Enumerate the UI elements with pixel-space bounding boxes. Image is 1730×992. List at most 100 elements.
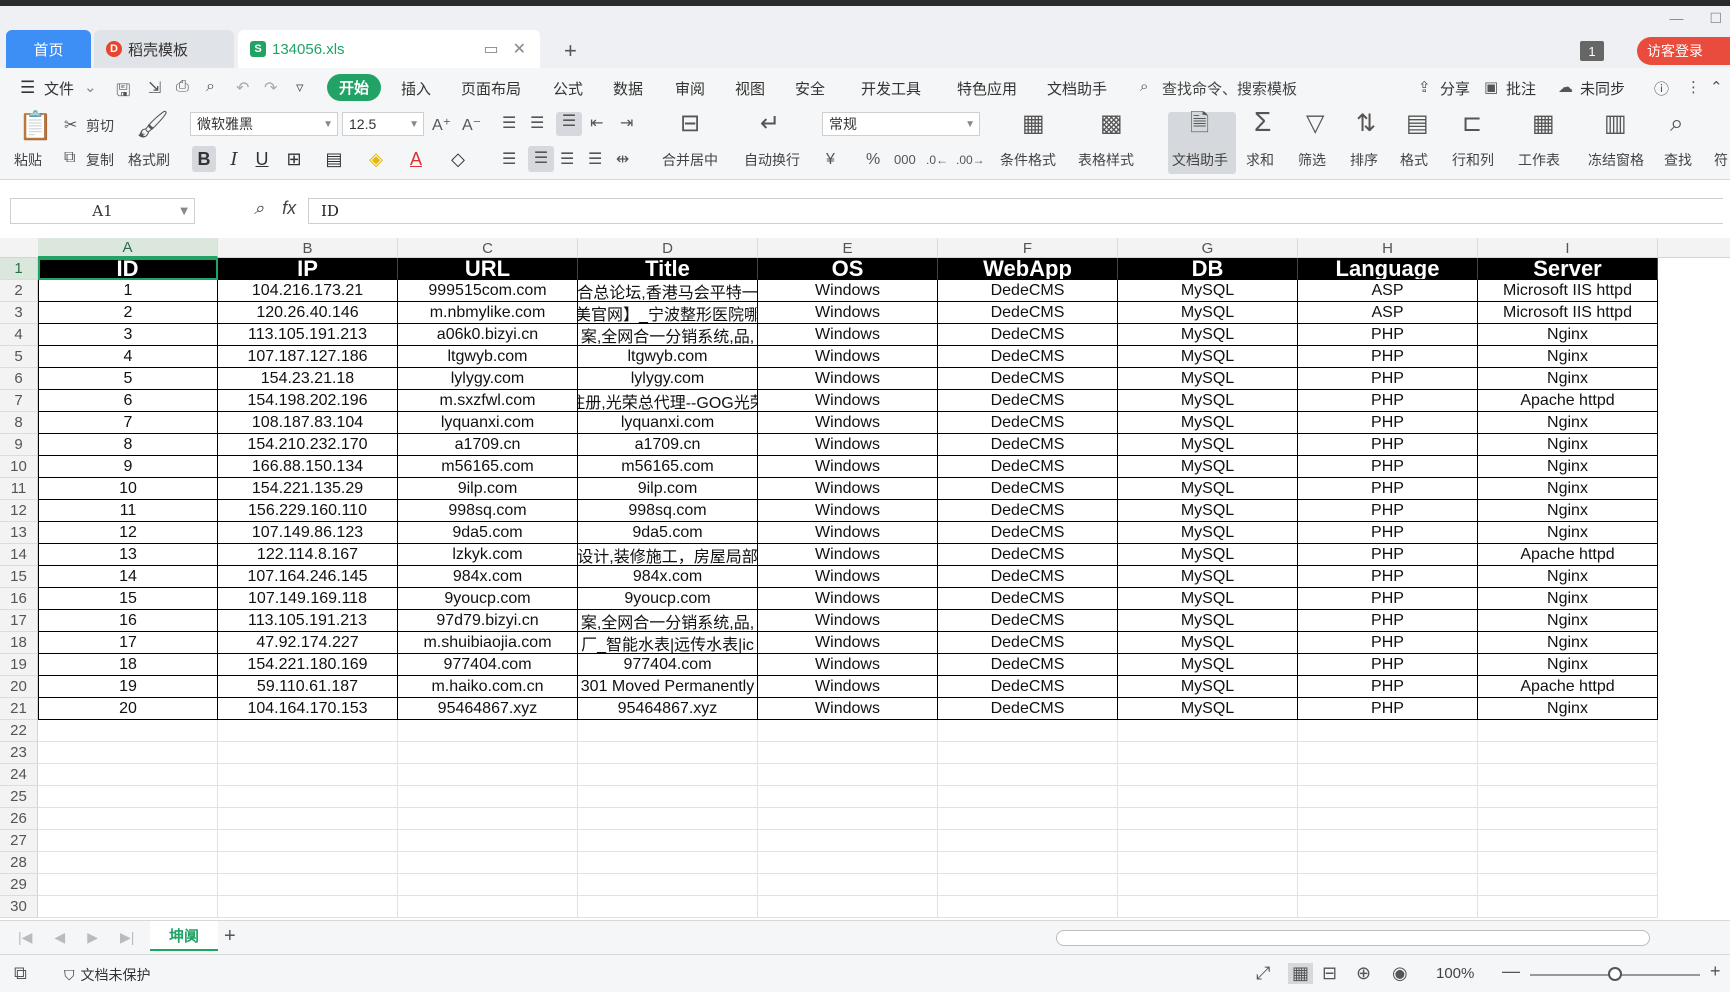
empty-cell[interactable] — [1118, 764, 1298, 786]
empty-cell[interactable] — [398, 720, 578, 742]
monitor-icon[interactable]: ▭ — [483, 39, 498, 59]
table-cell[interactable]: Windows — [758, 500, 938, 522]
close-tab-icon[interactable]: ✕ — [513, 39, 526, 59]
empty-cell[interactable] — [1298, 742, 1478, 764]
table-cell[interactable]: DedeCMS — [938, 478, 1118, 500]
indent-decrease-icon[interactable]: ⇤ — [590, 114, 603, 134]
table-cell[interactable]: m56165.com — [398, 456, 578, 478]
column-header-b[interactable]: B — [218, 238, 398, 258]
table-cell[interactable]: Windows — [758, 456, 938, 478]
table-cell[interactable]: ltgwyb.com — [578, 346, 758, 368]
empty-cell[interactable] — [218, 830, 398, 852]
empty-cell[interactable] — [1478, 742, 1658, 764]
percent-icon[interactable]: % — [866, 150, 880, 170]
sort-button[interactable]: 排序 — [1350, 150, 1378, 170]
empty-cell[interactable] — [758, 830, 938, 852]
table-cell[interactable]: 104.164.170.153 — [218, 698, 398, 720]
menu-insert[interactable]: 插入 — [401, 78, 431, 99]
header-cell[interactable]: WebApp — [938, 258, 1118, 280]
table-cell[interactable]: 59.110.61.187 — [218, 676, 398, 698]
table-cell[interactable]: DedeCMS — [938, 522, 1118, 544]
redo-icon[interactable]: ↷ — [264, 78, 277, 98]
table-cell[interactable]: 977404.com — [578, 654, 758, 676]
table-cell[interactable]: Windows — [758, 478, 938, 500]
align-bottom-icon[interactable]: ☰ — [556, 112, 582, 136]
table-cell[interactable]: Windows — [758, 280, 938, 302]
empty-cell[interactable] — [1118, 808, 1298, 830]
table-cell[interactable]: m.haiko.com.cn — [398, 676, 578, 698]
table-cell[interactable]: 美官网】_宁波整形医院哪 — [578, 302, 758, 324]
table-cell[interactable]: DedeCMS — [938, 544, 1118, 566]
empty-cell[interactable] — [218, 808, 398, 830]
table-cell[interactable]: MySQL — [1118, 368, 1298, 390]
merge-center-button[interactable]: 合并居中 — [662, 150, 718, 170]
new-tab-button[interactable]: + — [564, 38, 577, 64]
table-cell[interactable]: 13 — [38, 544, 218, 566]
empty-cell[interactable] — [1298, 874, 1478, 896]
table-cell[interactable]: PHP — [1298, 390, 1478, 412]
table-cell[interactable]: a06k0.bizyi.cn — [398, 324, 578, 346]
table-cell[interactable]: 977404.com — [398, 654, 578, 676]
row-header[interactable]: 15 — [0, 566, 38, 588]
save-icon[interactable]: 🖫 — [116, 78, 130, 107]
table-cell[interactable]: MySQL — [1118, 390, 1298, 412]
format-painter-button[interactable]: 格式刷 — [128, 150, 170, 170]
empty-cell[interactable] — [38, 852, 218, 874]
table-cell[interactable]: MySQL — [1118, 434, 1298, 456]
table-cell[interactable]: 120.26.40.146 — [218, 302, 398, 324]
sheet-toggle-icon[interactable]: ⧉ — [14, 963, 27, 984]
table-cell[interactable]: 1 — [38, 280, 218, 302]
collapse-ribbon-icon[interactable]: ⌃ — [1710, 78, 1723, 96]
empty-cell[interactable] — [1298, 830, 1478, 852]
table-cell[interactable]: 14 — [38, 566, 218, 588]
table-cell[interactable]: 2 — [38, 302, 218, 324]
table-cell[interactable]: 18 — [38, 654, 218, 676]
header-cell[interactable]: Server — [1478, 258, 1658, 280]
table-cell[interactable]: ASP — [1298, 280, 1478, 302]
worksheet-button[interactable]: 工作表 — [1518, 150, 1560, 170]
table-cell[interactable]: 107.164.246.145 — [218, 566, 398, 588]
empty-cell[interactable] — [578, 720, 758, 742]
empty-cell[interactable] — [218, 896, 398, 918]
table-cell[interactable]: 5 — [38, 368, 218, 390]
font-color-icon[interactable]: A — [404, 146, 428, 172]
zoom-slider-handle[interactable] — [1608, 967, 1622, 981]
align-right-icon[interactable]: ☰ — [560, 150, 574, 170]
table-cell[interactable]: MySQL — [1118, 522, 1298, 544]
empty-cell[interactable] — [1298, 720, 1478, 742]
empty-cell[interactable] — [1478, 874, 1658, 896]
empty-cell[interactable] — [578, 830, 758, 852]
table-cell[interactable]: lylygy.com — [578, 368, 758, 390]
table-cell[interactable]: 97d79.bizyi.cn — [398, 610, 578, 632]
menu-review[interactable]: 审阅 — [675, 78, 705, 99]
table-cell[interactable]: Nginx — [1478, 632, 1658, 654]
table-cell[interactable]: PHP — [1298, 456, 1478, 478]
table-cell[interactable]: 4 — [38, 346, 218, 368]
table-cell[interactable]: 19 — [38, 676, 218, 698]
table-cell[interactable]: DedeCMS — [938, 434, 1118, 456]
cut-button[interactable]: 剪切 — [86, 116, 114, 136]
empty-cell[interactable] — [578, 808, 758, 830]
table-cell[interactable]: DedeCMS — [938, 654, 1118, 676]
table-cell[interactable]: Apache httpd — [1478, 676, 1658, 698]
table-cell[interactable]: Nginx — [1478, 478, 1658, 500]
empty-cell[interactable] — [1478, 764, 1658, 786]
row-header[interactable]: 27 — [0, 830, 38, 852]
empty-cell[interactable] — [38, 808, 218, 830]
column-header-f[interactable]: F — [938, 238, 1118, 258]
zoom-formula-icon[interactable]: ⌕ — [254, 198, 264, 219]
table-cell[interactable]: Nginx — [1478, 456, 1658, 478]
fill-color-icon[interactable]: ◈ — [364, 146, 388, 172]
font-shrink-icon[interactable]: A⁻ — [462, 116, 481, 136]
row-header[interactable]: 20 — [0, 676, 38, 698]
table-cell[interactable]: lyquanxi.com — [578, 412, 758, 434]
header-cell[interactable]: ID — [38, 258, 218, 280]
empty-cell[interactable] — [758, 874, 938, 896]
table-cell[interactable]: 999515com.com — [398, 280, 578, 302]
print-preview-icon[interactable]: ⌕ — [206, 78, 215, 96]
align-center-icon[interactable]: ☰ — [528, 146, 554, 172]
header-cell[interactable]: OS — [758, 258, 938, 280]
table-cell[interactable]: Windows — [758, 412, 938, 434]
empty-cell[interactable] — [758, 742, 938, 764]
table-cell[interactable]: PHP — [1298, 324, 1478, 346]
